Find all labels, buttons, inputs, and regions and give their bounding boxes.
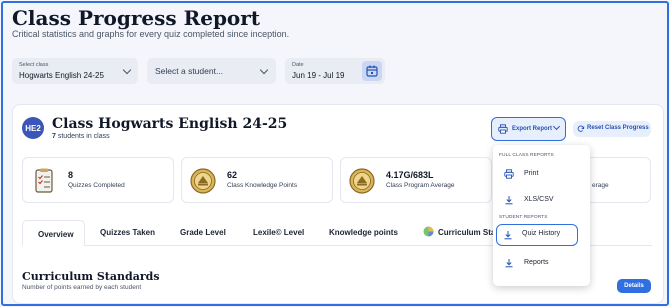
student-reports-heading: STUDENT REPORTS: [499, 215, 548, 220]
tab-quizzes-taken[interactable]: Quizzes Taken: [100, 228, 155, 237]
download-icon: [504, 231, 512, 240]
menu-item-reports-label: Reports: [524, 259, 549, 266]
menu-item-quiz-history-label: Quiz History: [522, 230, 561, 237]
page-subtitle: Critical statistics and graphs for every…: [12, 29, 290, 39]
checklist-icon: [30, 167, 58, 195]
full-class-reports-heading: FULL CLASS REPORTS: [499, 153, 554, 158]
tab-curriculum-standards[interactable]: Curriculum Sta: [438, 228, 495, 237]
export-report-menu: FULL CLASS REPORTS Print XLS/CSV STUDENT…: [493, 145, 590, 286]
tab-knowledge-points[interactable]: Knowledge points: [329, 228, 398, 237]
program-average-value: 4.17G/683L: [386, 170, 434, 180]
stat-fourth-label: erage: [592, 182, 609, 189]
stat-card-quizzes: 8 Quizzes Completed: [22, 157, 174, 203]
knowledge-points-value: 62: [227, 170, 238, 180]
tab-overview[interactable]: Overview: [22, 220, 85, 246]
student-select-placeholder: Select a student...: [155, 66, 224, 76]
class-select-value: Hogwarts English 24-25: [19, 71, 104, 80]
coin-icon: [348, 167, 376, 195]
printer-icon: [498, 124, 508, 134]
pie-chart-icon: [423, 226, 434, 237]
program-average-label: Class Program Average: [386, 182, 455, 189]
download-icon: [505, 259, 513, 268]
avatar: HE2: [22, 117, 44, 139]
download-icon: [505, 196, 513, 205]
menu-item-xls-csv[interactable]: XLS/CSV: [498, 190, 584, 210]
stat-card-program-average: 4.17G/683L Class Program Average: [340, 157, 492, 203]
printer-icon: [504, 169, 514, 179]
coin-icon: [189, 167, 217, 195]
reset-class-progress-button[interactable]: Reset Class Progress: [573, 121, 651, 137]
tab-grade-level[interactable]: Grade Level: [180, 228, 226, 237]
class-select-label: Select class: [19, 62, 49, 68]
student-count: 7 students in class: [52, 133, 110, 140]
student-count-suffix: students in class: [55, 133, 110, 140]
tab-lexile-level[interactable]: Lexile© Level: [253, 228, 304, 237]
export-report-label: Export Report: [512, 126, 553, 132]
knowledge-points-label: Class Knowledge Points: [227, 182, 298, 189]
calendar-icon: [366, 65, 378, 77]
date-value: Jun 19 - Jul 19: [292, 71, 345, 80]
reset-class-progress-label: Reset Class Progress: [587, 125, 649, 131]
details-button[interactable]: Details: [617, 279, 651, 293]
chevron-down-icon: [259, 65, 269, 75]
menu-item-reports[interactable]: Reports: [498, 253, 584, 273]
menu-item-xls-csv-label: XLS/CSV: [524, 196, 554, 203]
calendar-button[interactable]: [362, 61, 382, 81]
class-select[interactable]: Select class Hogwarts English 24-25: [12, 58, 138, 84]
quizzes-completed-label: Quizzes Completed: [68, 182, 125, 189]
menu-item-quiz-history[interactable]: Quiz History: [496, 224, 578, 246]
stat-card-knowledge-points: 62 Class Knowledge Points: [181, 157, 333, 203]
chevron-down-icon: [122, 65, 132, 75]
chevron-down-icon: [552, 122, 561, 131]
section-subtitle: Number of points earned by each student: [22, 284, 142, 291]
class-name: Class Hogwarts English 24-25: [52, 116, 288, 132]
quizzes-completed-value: 8: [68, 170, 74, 180]
date-label: Date: [292, 62, 304, 68]
menu-item-print-label: Print: [524, 170, 539, 177]
refresh-icon: [577, 125, 585, 132]
student-select[interactable]: Select a student...: [147, 58, 276, 84]
export-report-button[interactable]: Export Report: [491, 117, 566, 141]
tab-overview-label: Overview: [38, 230, 74, 239]
page-title: Class Progress Report: [12, 6, 261, 30]
menu-item-print[interactable]: Print: [498, 164, 584, 184]
section-title: Curriculum Standards: [22, 270, 160, 283]
